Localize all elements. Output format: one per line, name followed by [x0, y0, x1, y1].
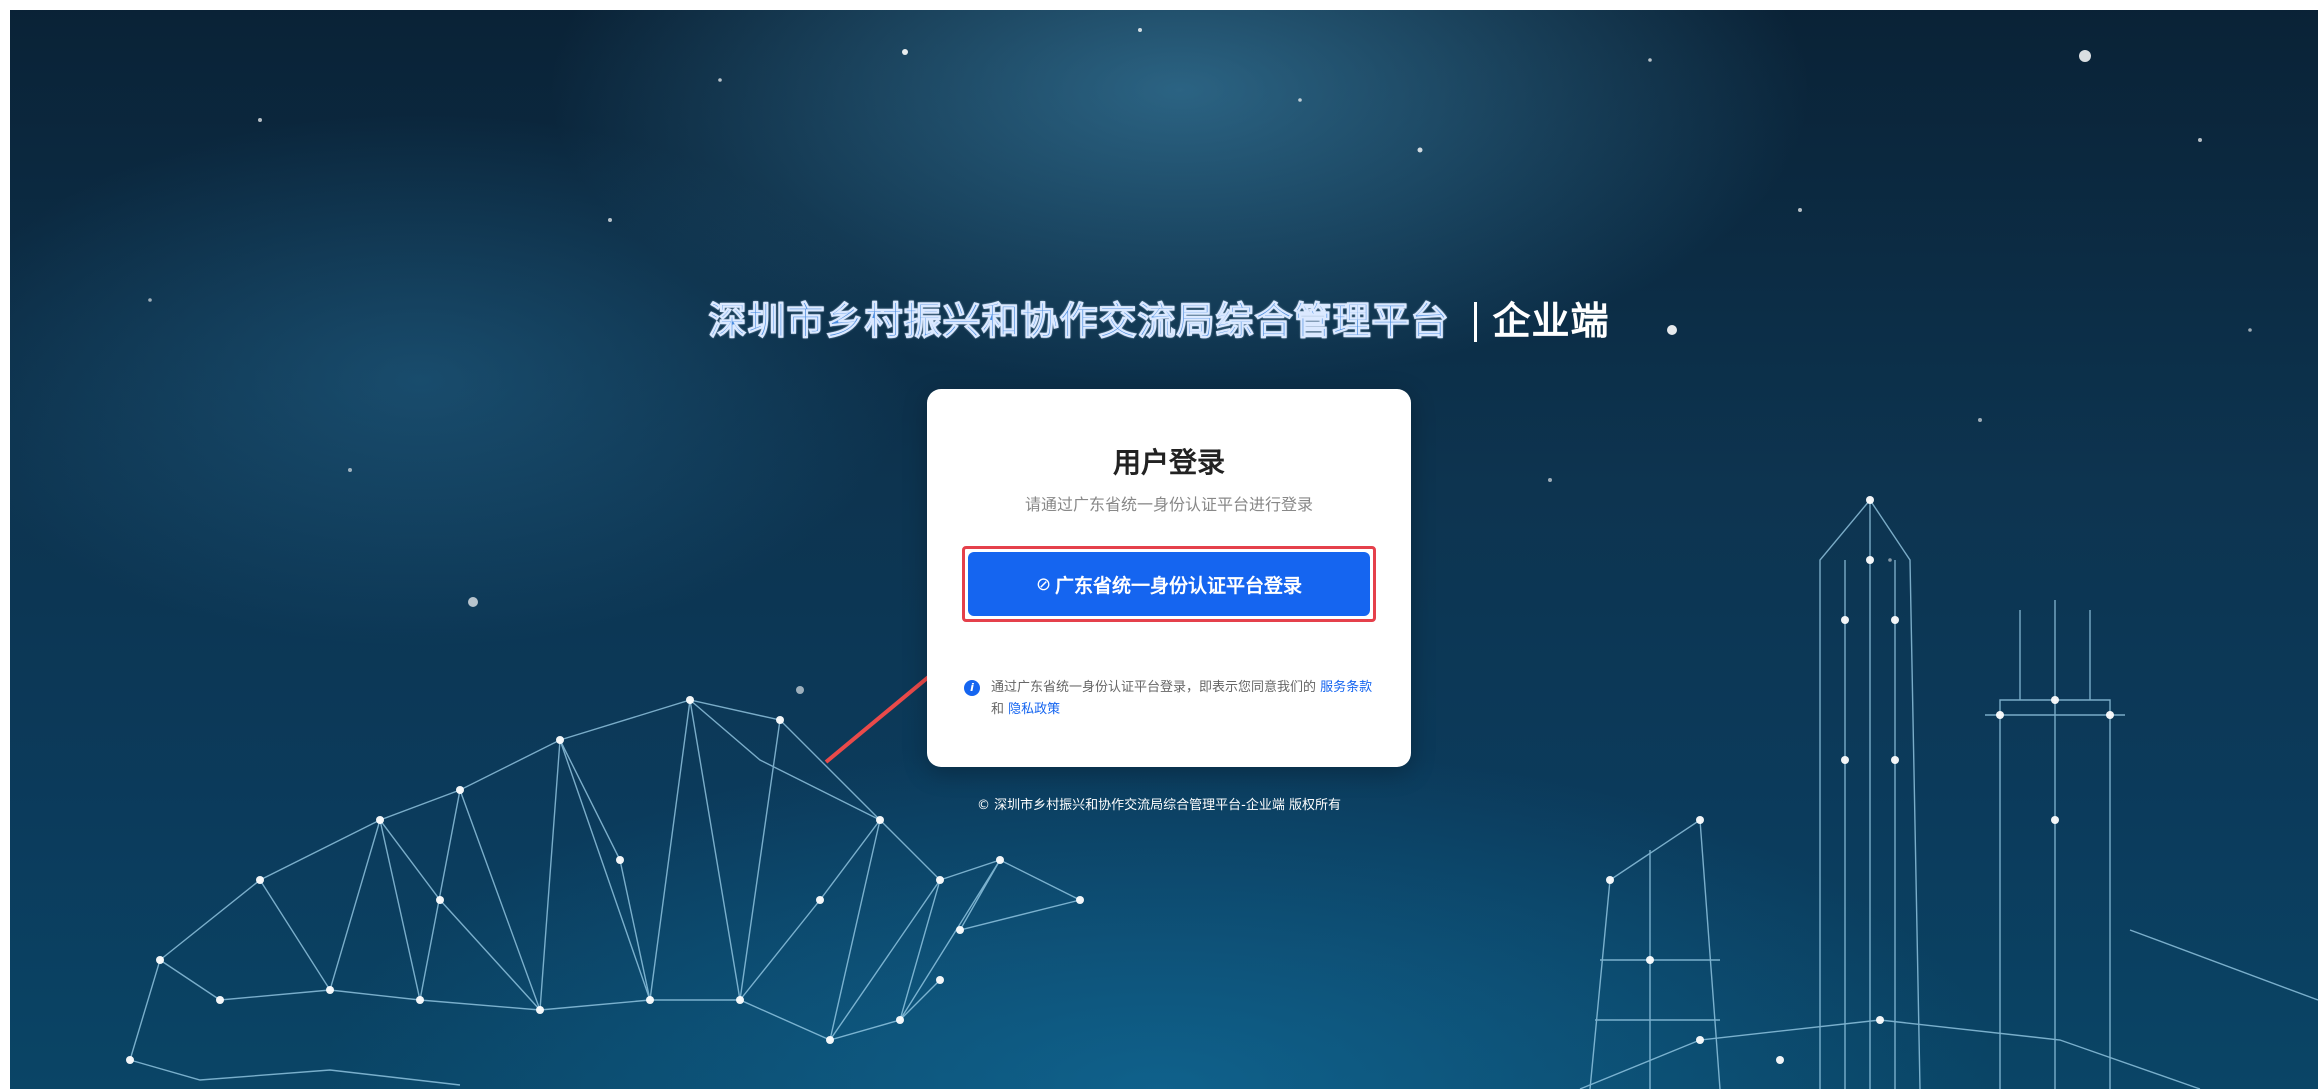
platform-title-sub: 企业端	[1492, 299, 1610, 343]
link-icon: ⊘	[1035, 573, 1052, 595]
login-page: 深圳市乡村振兴和协作交流局综合管理平台 企业端 用户登录 请通过广东省统一身份认证…	[0, 0, 2318, 1089]
agreement-text: 通过广东省统一身份认证平台登录，即表示您同意我们的	[991, 680, 1317, 695]
privacy-policy-link[interactable]: 隐私政策	[1008, 702, 1060, 717]
copyright-footer: © 深圳市乡村振兴和协作交流局综合管理平台-企业端 版权所有	[977, 798, 1341, 813]
platform-title-main: 深圳市乡村振兴和协作交流局综合管理平台	[708, 299, 1450, 344]
info-icon: i	[964, 680, 980, 696]
login-subtitle: 请通过广东省统一身份认证平台进行登录	[1024, 495, 1313, 514]
gd-unified-auth-login-button[interactable]: ⊘ 广东省统一身份认证平台登录	[968, 552, 1370, 616]
login-title: 用户登录	[1112, 446, 1225, 479]
terms-of-service-link[interactable]: 服务条款	[1320, 680, 1372, 695]
agreement-notice: i 通过广东省统一身份认证平台登录，即表示您同意我们的 服务条款和 隐私政策	[964, 677, 1378, 721]
login-card: 用户登录 请通过广东省统一身份认证平台进行登录 ⊘ 广东省统一身份认证平台登录 …	[927, 389, 1411, 767]
title-separator	[1473, 302, 1477, 342]
login-button-label: 广东省统一身份认证平台登录	[1055, 574, 1303, 597]
agreement-and: 和	[991, 702, 1005, 717]
agreement-text-wrap: 通过广东省统一身份认证平台登录，即表示您同意我们的 服务条款和 隐私政策	[964, 677, 1378, 721]
platform-title: 深圳市乡村振兴和协作交流局综合管理平台 企业端	[0, 290, 2318, 345]
